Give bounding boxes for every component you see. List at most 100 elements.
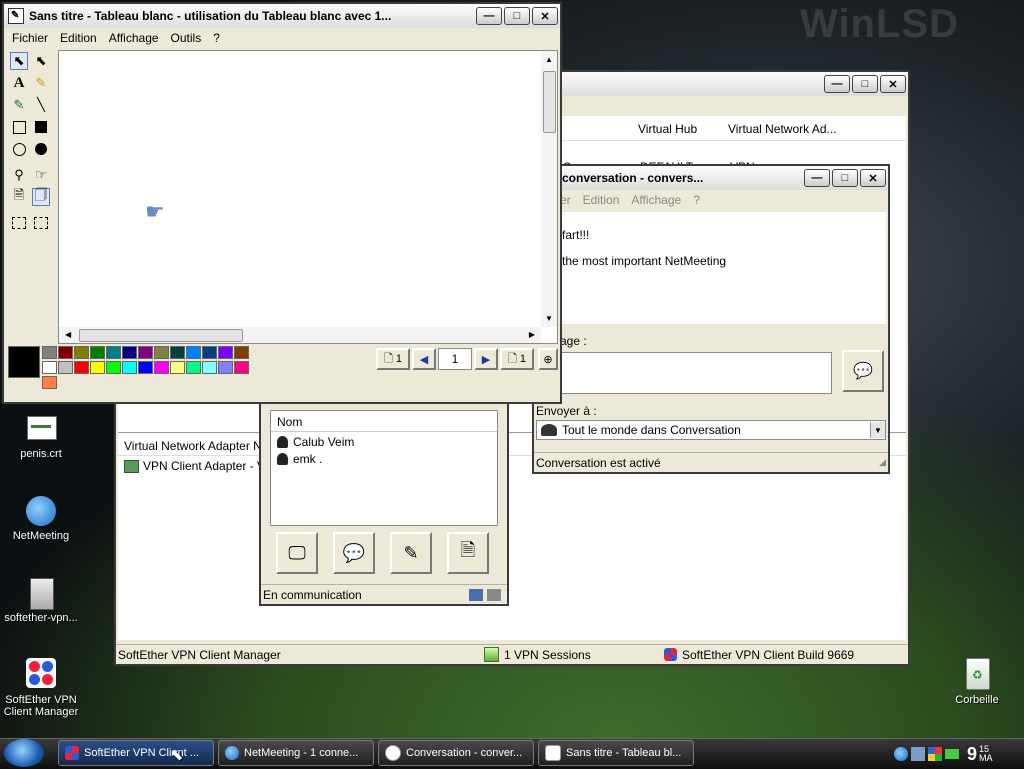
rectangle-icon[interactable]	[10, 118, 28, 136]
color-swatch[interactable]	[218, 361, 233, 374]
message-input[interactable]	[558, 352, 832, 394]
start-button[interactable]	[4, 739, 44, 767]
desktop-icon-vpn-manager[interactable]: SoftEther VPN Client Manager	[0, 656, 82, 726]
minimize-button[interactable]: —	[804, 169, 830, 187]
scroll-left-arrow-icon[interactable]: ◀	[65, 330, 71, 339]
taskbar-item-whiteboard[interactable]: Sans titre - Tableau bl...	[538, 740, 694, 766]
desktop-icon-netmeeting[interactable]: NetMeeting	[0, 494, 82, 544]
send-to-select[interactable]: Tout le monde dans Conversation ▼	[536, 420, 886, 440]
color-swatch[interactable]	[234, 346, 249, 359]
taskbar-item-vpn-manager[interactable]: SoftEther VPN Client ...	[58, 740, 214, 766]
previous-page-count-button[interactable]: 🗋 1	[376, 348, 410, 370]
close-button[interactable]: ✕	[880, 75, 906, 93]
last-page-button[interactable]: 🗋 1	[500, 348, 534, 370]
scroll-up-arrow-icon[interactable]: ▲	[545, 55, 553, 64]
minimize-button[interactable]: —	[476, 7, 502, 25]
menu-help[interactable]: ?	[207, 31, 226, 45]
page-number-input[interactable]: 1	[438, 348, 472, 370]
battery-tray-icon[interactable]	[945, 749, 959, 759]
synchronize-icon[interactable]: 🗍	[32, 187, 50, 206]
color-swatch[interactable]	[42, 361, 57, 374]
color-swatch[interactable]	[106, 346, 121, 359]
color-swatch[interactable]	[186, 361, 201, 374]
menu-affichage[interactable]: Affichage	[103, 31, 165, 45]
color-swatch[interactable]	[186, 346, 201, 359]
vertical-scrollbar[interactable]: ▲ ▼	[541, 51, 557, 327]
column-header-adapter[interactable]: Virtual Network Ad...	[728, 122, 837, 136]
adapter-row[interactable]: VPN Client Adapter - VP	[124, 459, 273, 473]
netmeeting-tray-icon[interactable]	[894, 747, 908, 761]
ellipse-icon[interactable]	[10, 140, 28, 158]
horizontal-scroll-thumb[interactable]	[79, 329, 243, 342]
color-swatch[interactable]	[202, 361, 217, 374]
whiteboard-canvas[interactable]: ☛ ▲ ▼ ◀ ▶	[58, 50, 558, 344]
zoom-icon[interactable]: ⚲	[10, 166, 28, 184]
color-swatch[interactable]	[42, 346, 57, 359]
menu-help[interactable]: ?	[687, 193, 706, 207]
windows-tray-icon[interactable]	[928, 747, 942, 761]
color-swatch[interactable]	[170, 361, 185, 374]
filled-ellipse-icon[interactable]	[32, 140, 50, 158]
color-swatch[interactable]	[74, 361, 89, 374]
participant-column-header[interactable]: Nom	[277, 415, 302, 429]
scroll-down-arrow-icon[interactable]: ▼	[545, 314, 553, 323]
color-swatch[interactable]	[90, 346, 105, 359]
minimize-button[interactable]: —	[824, 75, 850, 93]
select-arrow-icon[interactable]: ⬉	[10, 52, 28, 70]
vertical-scroll-thumb[interactable]	[543, 71, 556, 133]
close-button[interactable]: ✕	[860, 169, 886, 187]
text-tool-icon[interactable]: A	[10, 74, 28, 92]
color-swatch[interactable]	[58, 346, 73, 359]
remote-pointer-icon[interactable]: ☞	[32, 166, 50, 184]
color-swatch[interactable]	[90, 361, 105, 374]
send-message-button[interactable]: 💬	[842, 350, 884, 392]
file-transfer-button[interactable]: 🗎	[447, 532, 489, 574]
clock-hour[interactable]: 9	[967, 744, 977, 765]
resize-grip-icon[interactable]: ◢	[879, 457, 886, 468]
line-tool-icon[interactable]: ╲	[32, 96, 50, 114]
close-button[interactable]: ✕	[532, 7, 558, 25]
color-swatch[interactable]	[154, 346, 169, 359]
whiteboard-button[interactable]: ✎	[390, 532, 432, 574]
menu-edition[interactable]: Edition	[54, 31, 103, 45]
taskbar-item-netmeeting[interactable]: NetMeeting - 1 conne...	[218, 740, 374, 766]
menu-outils[interactable]: Outils	[165, 31, 208, 45]
menu-fichier[interactable]: Fichier	[6, 31, 54, 45]
current-color-swatch[interactable]	[8, 346, 40, 378]
color-swatch[interactable]	[122, 361, 137, 374]
select-region-icon[interactable]	[32, 214, 50, 232]
desktop-icon-installer[interactable]: softether-vpn...	[0, 576, 82, 626]
chat-titlebar[interactable]: conversation - convers... — □ ✕	[534, 166, 888, 190]
color-swatch[interactable]	[106, 361, 121, 374]
color-swatch[interactable]	[122, 346, 137, 359]
participant-list[interactable]: Nom Calub Veim emk .	[270, 410, 498, 526]
color-swatch[interactable]	[138, 346, 153, 359]
whiteboard-titlebar[interactable]: ✎ Sans titre - Tableau blanc - utilisati…	[4, 4, 560, 28]
highlighter-icon[interactable]: ✎	[32, 74, 50, 92]
color-swatch[interactable]	[74, 346, 89, 359]
maximize-button[interactable]: □	[504, 7, 530, 25]
select-window-icon[interactable]	[10, 214, 28, 232]
pen-icon[interactable]: ✎	[10, 96, 28, 114]
participant-row[interactable]: Calub Veim	[277, 435, 354, 449]
chat-history[interactable]: fart!!! the most important NetMeeting	[536, 212, 886, 324]
maximize-button[interactable]: □	[852, 75, 878, 93]
scroll-right-arrow-icon[interactable]: ▶	[529, 330, 535, 339]
menu-affichage[interactable]: Affichage	[625, 193, 687, 207]
menu-edition[interactable]: Edition	[577, 193, 626, 207]
color-swatch[interactable]	[42, 376, 57, 389]
taskbar-item-conversation[interactable]: Conversation - conver...	[378, 740, 534, 766]
next-page-button[interactable]: ▶	[474, 348, 498, 370]
color-swatch[interactable]	[218, 346, 233, 359]
maximize-button[interactable]: □	[832, 169, 858, 187]
horizontal-scrollbar[interactable]: ◀ ▶	[59, 327, 541, 343]
color-swatch[interactable]	[58, 361, 73, 374]
chat-button[interactable]: 💬	[333, 532, 375, 574]
clock-minute-ampm[interactable]: 15 MA	[979, 745, 993, 763]
lock-contents-icon[interactable]: 🗎	[10, 187, 28, 206]
remote-pointer-hand-icon[interactable]: ☛	[145, 199, 165, 225]
network-tray-icon[interactable]	[911, 747, 925, 761]
color-swatch[interactable]	[202, 346, 217, 359]
color-swatch[interactable]	[154, 361, 169, 374]
chevron-down-icon[interactable]: ▼	[870, 422, 885, 438]
